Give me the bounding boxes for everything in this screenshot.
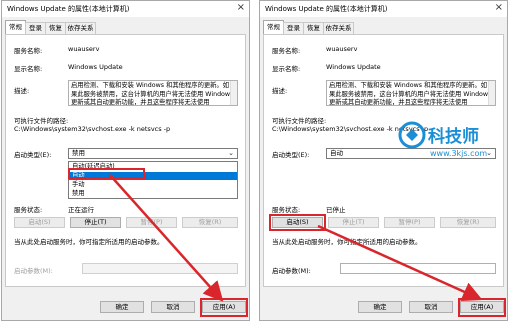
option-disabled[interactable]: 禁用: [69, 190, 237, 198]
tab-recovery[interactable]: 恢复: [45, 22, 66, 34]
startup-type-value: 禁用: [72, 149, 85, 157]
service-status-label: 服务状态:: [14, 206, 43, 214]
start-params-label: 启动参数(M):: [14, 267, 53, 275]
stop-button[interactable]: 停止(T): [328, 217, 379, 228]
description-text: 启用检测、下载和安装 Windows 和其他程序的更新。如果此服务被禁用，这台计…: [71, 82, 234, 106]
resume-button[interactable]: 恢复(R): [440, 217, 496, 228]
general-panel: 服务名称: wuauserv 显示名称: Windows Update 描述: …: [5, 34, 246, 287]
title-bar: Windows Update 的属性(本地计算机) ×: [260, 1, 507, 17]
title-bar: Windows Update 的属性(本地计算机) ×: [2, 1, 249, 17]
display-name-value: Windows Update: [326, 63, 381, 71]
description-text: 启用检测、下载和安装 Windows 和其他程序的更新。如果此服务被禁用，这台计…: [329, 82, 492, 106]
service-status-label: 服务状态:: [272, 206, 301, 214]
service-name-value: wuauserv: [68, 45, 100, 53]
service-name-label: 服务名称:: [272, 47, 301, 55]
watermark-logo: 科技师 www.3kjs.com: [398, 121, 508, 163]
service-status-value: 已停止: [326, 206, 346, 214]
description-box[interactable]: 启用检测、下载和安装 Windows 和其他程序的更新。如果此服务被禁用，这台计…: [68, 80, 238, 106]
resume-button[interactable]: 恢复(R): [182, 217, 238, 228]
window-title: Windows Update 的属性(本地计算机): [265, 5, 388, 13]
startup-type-label: 启动类型(E):: [14, 151, 52, 159]
option-manual[interactable]: 手动: [69, 181, 237, 189]
start-params-label: 启动参数(M):: [272, 267, 311, 275]
exe-path-label: 可执行文件的路径:: [14, 117, 69, 125]
exe-path-value: C:\Windows\system32\svchost.exe -k netsv…: [14, 125, 171, 133]
highlight-apply-button: [200, 298, 248, 317]
tab-general[interactable]: 常规: [263, 20, 284, 34]
description-label: 描述:: [272, 87, 288, 95]
startup-type-select[interactable]: 禁用 ⌄: [68, 148, 238, 159]
tab-dependencies[interactable]: 依存关系: [323, 22, 354, 34]
tab-general[interactable]: 常规: [5, 20, 26, 34]
cancel-button[interactable]: 取消: [409, 301, 453, 313]
start-params-input[interactable]: [82, 263, 238, 274]
highlight-start-button: [269, 214, 326, 231]
display-name-label: 显示名称:: [14, 65, 43, 73]
display-name-label: 显示名称:: [272, 65, 301, 73]
service-name-value: wuauserv: [326, 45, 358, 53]
stop-button[interactable]: 停止(T): [70, 217, 121, 228]
watermark-title: 科技师: [428, 126, 479, 147]
highlight-apply-button: [458, 298, 506, 317]
description-box[interactable]: 启用检测、下载和安装 Windows 和其他程序的更新。如果此服务被禁用，这台计…: [326, 80, 496, 106]
highlight-auto-option: [68, 168, 145, 179]
watermark-url: www.3kjs.com: [430, 149, 487, 158]
close-icon[interactable]: ×: [237, 2, 245, 13]
start-button[interactable]: 启动(S): [14, 217, 65, 228]
cancel-button[interactable]: 取消: [151, 301, 195, 313]
start-params-input[interactable]: [340, 263, 496, 274]
tab-recovery[interactable]: 恢复: [303, 22, 324, 34]
pause-button[interactable]: 暂停(P): [384, 217, 435, 228]
exe-path-label: 可执行文件的路径:: [272, 117, 327, 125]
start-params-hint: 当从此处启动服务时，你可指定所适用的启动参数。: [272, 238, 422, 246]
tab-logon[interactable]: 登录: [283, 22, 304, 34]
startup-type-dropdown: 自动(延迟启动) 自动 手动 禁用: [68, 161, 238, 199]
service-status-value: 正在运行: [68, 206, 94, 214]
description-scrollbar[interactable]: [230, 81, 237, 105]
start-params-hint: 当从此处启动服务时，你可指定所适用的启动参数。: [14, 238, 164, 246]
ok-button[interactable]: 确定: [358, 301, 402, 313]
watermark-icon: 科技师 www.3kjs.com: [398, 121, 487, 158]
properties-dialog-left: Windows Update 的属性(本地计算机) × 常规 登录 恢复 依存关…: [1, 0, 250, 321]
startup-type-label: 启动类型(E):: [272, 151, 310, 159]
window-title: Windows Update 的属性(本地计算机): [7, 5, 130, 13]
display-name-value: Windows Update: [68, 63, 123, 71]
ok-button[interactable]: 确定: [100, 301, 144, 313]
tab-dependencies[interactable]: 依存关系: [65, 22, 96, 34]
service-name-label: 服务名称:: [14, 47, 43, 55]
close-icon[interactable]: ×: [495, 2, 503, 13]
description-scrollbar[interactable]: [488, 81, 495, 105]
chevron-down-icon: ⌄: [228, 149, 234, 157]
tab-logon[interactable]: 登录: [25, 22, 46, 34]
pause-button[interactable]: 暂停(P): [126, 217, 177, 228]
startup-type-value: 自动: [330, 149, 343, 157]
description-label: 描述:: [14, 87, 30, 95]
